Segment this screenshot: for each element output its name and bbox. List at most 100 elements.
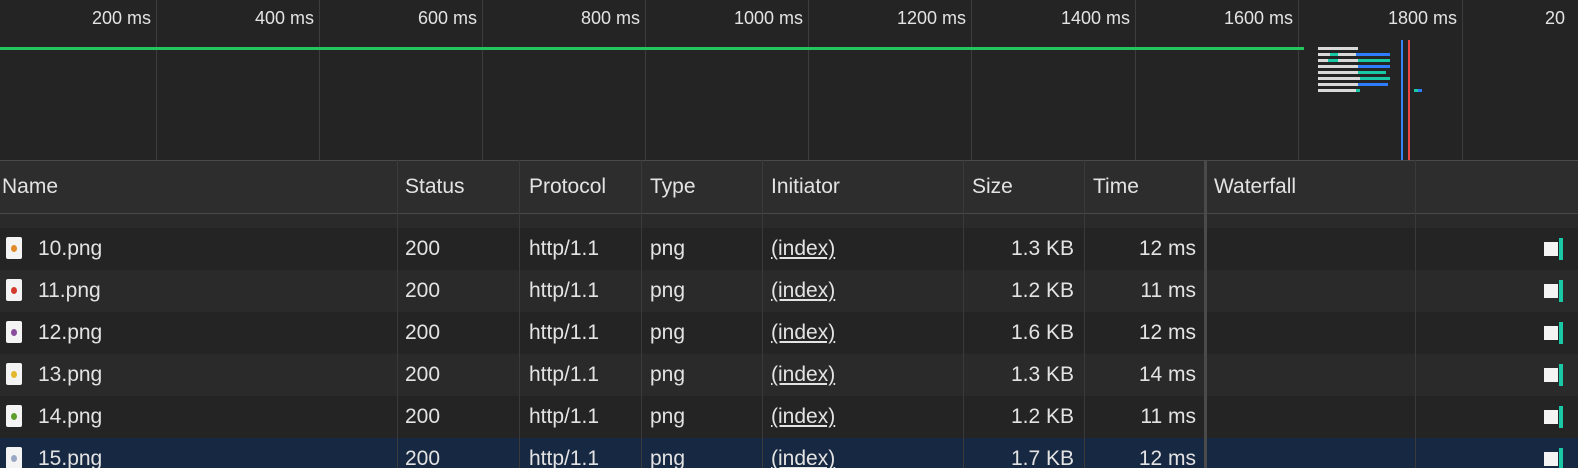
- table-row[interactable]: 10.png 200 http/1.1 png (index) 1.3 KB 1…: [0, 228, 1578, 270]
- request-type: png: [650, 447, 686, 468]
- request-status: 200: [405, 405, 441, 428]
- initiator-link[interactable]: (index): [771, 354, 835, 396]
- request-size: 1.3 KB: [1010, 237, 1074, 260]
- request-bar: [1356, 53, 1390, 56]
- column-divider[interactable]: [519, 160, 520, 468]
- table-row-selected[interactable]: 15.png 200 http/1.1 png (index) 1.7 KB 1…: [0, 438, 1578, 468]
- request-size: 1.6 KB: [1010, 321, 1074, 344]
- request-name[interactable]: 11.png: [38, 270, 101, 312]
- column-header-initiator[interactable]: Initiator: [769, 161, 840, 213]
- request-size: 1.2 KB: [1010, 279, 1074, 302]
- request-time: 11 ms: [1140, 279, 1196, 302]
- initiator-link[interactable]: (index): [771, 396, 835, 438]
- request-bar: [1318, 71, 1358, 74]
- request-status: 200: [405, 447, 441, 468]
- request-bar: [1338, 53, 1356, 56]
- tick-label: 1200 ms: [896, 8, 966, 28]
- initiator-link[interactable]: (index): [771, 270, 835, 312]
- table-header: Name Status Protocol Type Initiator Size…: [0, 160, 1578, 214]
- column-divider[interactable]: [963, 160, 964, 468]
- table-row[interactable]: 12.png 200 http/1.1 png (index) 1.6 KB 1…: [0, 312, 1578, 354]
- tick-label: 1800 ms: [1387, 8, 1457, 28]
- table-row-partial[interactable]: [0, 214, 1578, 228]
- request-bar: [1318, 53, 1330, 56]
- tick-label: 600 ms: [417, 8, 477, 28]
- waterfall-download-bar: [1559, 322, 1563, 344]
- column-divider[interactable]: [1204, 160, 1207, 468]
- column-divider[interactable]: [762, 160, 763, 468]
- request-bar: [1318, 77, 1360, 80]
- column-divider[interactable]: [1084, 160, 1085, 468]
- request-bar: [1328, 59, 1338, 62]
- column-header-type[interactable]: Type: [648, 161, 696, 213]
- tick-line: [1462, 0, 1463, 160]
- request-time: 11 ms: [1140, 405, 1196, 428]
- request-bar: [1318, 47, 1358, 50]
- table-row[interactable]: 13.png 200 http/1.1 png (index) 1.3 KB 1…: [0, 354, 1578, 396]
- request-bar: [1318, 83, 1358, 86]
- tick-label: 20: [1545, 8, 1566, 28]
- request-bar: [1360, 77, 1390, 80]
- initiator-link[interactable]: (index): [771, 438, 835, 468]
- network-overview-timeline[interactable]: 200 ms 400 ms 600 ms 800 ms 1000 ms 1200…: [0, 0, 1578, 160]
- tick-label: 1400 ms: [1060, 8, 1130, 28]
- grapes-image-icon: [6, 321, 22, 343]
- tick-line: [645, 0, 646, 160]
- request-size: 1.3 KB: [1010, 363, 1074, 386]
- column-header-name[interactable]: Name: [0, 161, 58, 213]
- request-protocol: http/1.1: [529, 363, 600, 386]
- waterfall-wait-bar: [1544, 452, 1558, 466]
- request-bar: [1318, 89, 1356, 92]
- column-header-time[interactable]: Time: [1091, 161, 1139, 213]
- request-status: 200: [405, 237, 441, 260]
- request-type: png: [650, 363, 686, 386]
- request-time: 12 ms: [1138, 237, 1196, 260]
- waterfall-download-bar: [1559, 238, 1563, 260]
- request-name[interactable]: 14.png: [38, 396, 102, 438]
- initiator-link[interactable]: (index): [771, 312, 835, 354]
- waterfall-download-bar: [1559, 448, 1563, 468]
- request-name[interactable]: 10.png: [38, 228, 102, 270]
- request-type: png: [650, 279, 686, 302]
- waterfall-wait-bar: [1544, 242, 1558, 256]
- initiator-link[interactable]: (index): [771, 228, 835, 270]
- request-name[interactable]: 12.png: [38, 312, 102, 354]
- request-bar: [1358, 59, 1390, 62]
- request-type: png: [650, 321, 686, 344]
- request-bar: [1418, 89, 1422, 92]
- request-name[interactable]: 15.png: [38, 438, 102, 468]
- request-bar: [1330, 53, 1338, 56]
- request-status: 200: [405, 363, 441, 386]
- tick-line: [482, 0, 483, 160]
- column-header-size[interactable]: Size: [970, 161, 1013, 213]
- table-row[interactable]: 11.png 200 http/1.1 png (index) 1.2 KB 1…: [0, 270, 1578, 312]
- column-divider[interactable]: [397, 160, 398, 468]
- document-request-bar: [0, 47, 1304, 50]
- waterfall-gridline: [1415, 160, 1416, 468]
- request-bar: [1358, 65, 1390, 68]
- table-row[interactable]: 14.png 200 http/1.1 png (index) 1.2 KB 1…: [0, 396, 1578, 438]
- request-name[interactable]: 13.png: [38, 354, 102, 396]
- request-bar: [1358, 83, 1388, 86]
- tick-label: 1000 ms: [733, 8, 803, 28]
- column-header-status[interactable]: Status: [403, 161, 465, 213]
- tick-label: 200 ms: [91, 8, 151, 28]
- tick-line: [1135, 0, 1136, 160]
- network-request-table: Name Status Protocol Type Initiator Size…: [0, 160, 1578, 468]
- tick-label: 1600 ms: [1223, 8, 1293, 28]
- request-type: png: [650, 405, 686, 428]
- waterfall-wait-bar: [1544, 410, 1558, 424]
- leaf-image-icon: [6, 405, 22, 427]
- waterfall-download-bar: [1559, 364, 1563, 386]
- request-protocol: http/1.1: [529, 279, 600, 302]
- tick-label: 800 ms: [580, 8, 640, 28]
- request-size: 1.7 KB: [1010, 447, 1074, 468]
- column-divider[interactable]: [641, 160, 642, 468]
- column-header-protocol[interactable]: Protocol: [527, 161, 606, 213]
- waterfall-wait-bar: [1544, 326, 1558, 340]
- request-time: 12 ms: [1138, 447, 1196, 468]
- waterfall-download-bar: [1559, 406, 1563, 428]
- request-bar: [1338, 59, 1358, 62]
- tick-label: 400 ms: [254, 8, 314, 28]
- column-header-waterfall[interactable]: Waterfall: [1212, 161, 1296, 213]
